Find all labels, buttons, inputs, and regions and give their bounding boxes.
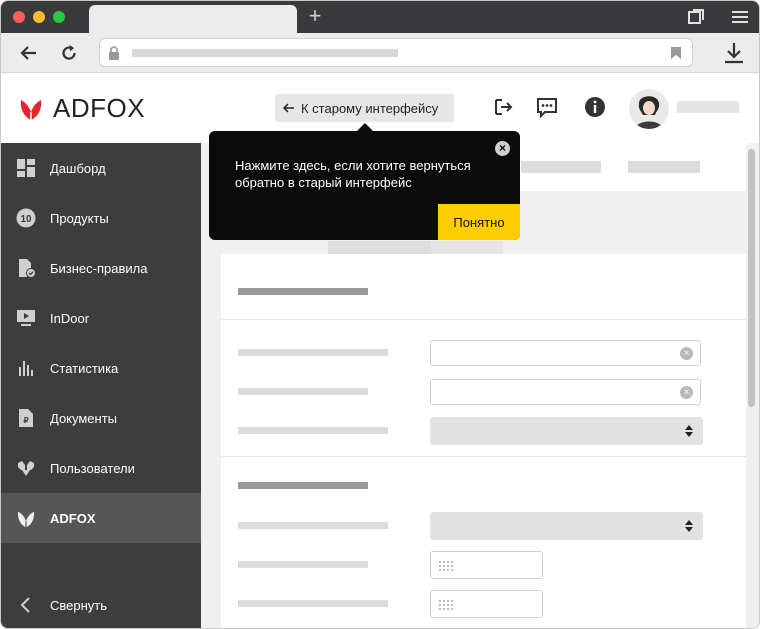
menu-icon[interactable] <box>731 8 749 26</box>
download-icon[interactable] <box>723 41 745 65</box>
keypad-icon <box>439 561 453 571</box>
tab-placeholder[interactable] <box>521 161 601 173</box>
logout-icon[interactable] <box>492 96 514 118</box>
dashboard-icon <box>15 157 37 179</box>
collapse-sidebar-button[interactable]: Свернуть <box>1 580 201 628</box>
adfox-leaf-logo-icon <box>20 100 42 120</box>
field-label-placeholder <box>238 561 368 568</box>
field-label-placeholder <box>238 522 388 529</box>
avatar-portrait-icon <box>629 89 669 129</box>
adfox-leaf-icon <box>15 507 37 529</box>
user-avatar[interactable] <box>629 89 669 129</box>
maximize-window-button[interactable] <box>53 11 65 23</box>
sidebar: Дашборд 10 Продукты Бизнес-правила InDoo… <box>1 143 201 628</box>
sidebar-item-label: Пользователи <box>50 460 135 476</box>
sidebar-item-label: Статистика <box>50 360 119 376</box>
text-input[interactable]: × <box>430 379 701 405</box>
chevron-left-icon <box>15 594 37 616</box>
select-caret-icon <box>685 425 693 437</box>
tabs-overview-icon[interactable] <box>687 8 705 26</box>
arrow-left-icon <box>283 103 294 113</box>
page-scrollbar[interactable] <box>748 149 755 407</box>
field-label-placeholder <box>238 388 368 395</box>
logo-text: ADFOX <box>53 92 146 123</box>
minimize-window-button[interactable] <box>33 11 45 23</box>
divider <box>221 456 746 457</box>
adfox-logo[interactable]: ADFOX <box>17 92 146 123</box>
info-icon[interactable] <box>584 96 606 118</box>
products-10-icon: 10 <box>15 207 37 229</box>
documents-icon: ₽ <box>15 407 37 429</box>
sidebar-item-documents[interactable]: ₽ Документы <box>1 393 201 443</box>
back-arrow-icon[interactable] <box>19 43 39 63</box>
old-interface-button[interactable]: К старому интерфейсу <box>275 94 454 122</box>
sidebar-item-label: Бизнес-правила <box>50 260 148 276</box>
address-bar[interactable] <box>99 38 693 67</box>
onboarding-tooltip: Нажмите здесь, если хотите вернуться обр… <box>209 131 520 240</box>
tooltip-text: Нажмите здесь, если хотите вернуться обр… <box>235 158 471 190</box>
got-it-button[interactable]: Понятно <box>438 204 520 240</box>
subtab-placeholder[interactable] <box>328 241 431 254</box>
select-dropdown[interactable] <box>430 417 703 445</box>
user-name-placeholder <box>677 101 739 113</box>
subtab-placeholder[interactable] <box>431 241 503 254</box>
sidebar-item-label: Дашборд <box>50 160 106 176</box>
sidebar-item-label: ADFOX <box>50 510 96 526</box>
sidebar-item-statistics[interactable]: Статистика <box>1 343 201 393</box>
select-dropdown[interactable] <box>430 512 703 540</box>
url-text-placeholder <box>132 49 398 57</box>
statistics-icon <box>15 357 37 379</box>
keypad-icon <box>439 600 453 610</box>
field-label-placeholder <box>238 349 388 356</box>
users-icon <box>15 457 37 479</box>
clear-icon[interactable]: × <box>680 386 693 399</box>
section-title-placeholder <box>238 288 368 295</box>
svg-text:₽: ₽ <box>23 416 28 425</box>
sidebar-item-label: Документы <box>50 410 118 426</box>
sidebar-item-adfox[interactable]: ADFOX <box>1 493 201 543</box>
text-input[interactable]: × <box>430 340 701 366</box>
sidebar-item-users[interactable]: Пользователи <box>1 443 201 493</box>
sidebar-item-business-rules[interactable]: Бизнес-правила <box>1 243 201 293</box>
browser-toolbar <box>1 33 759 73</box>
numeric-input[interactable] <box>430 551 543 579</box>
svg-text:10: 10 <box>20 214 32 225</box>
browser-titlebar: + <box>1 1 759 35</box>
field-label-placeholder <box>238 600 388 607</box>
collapse-label: Свернуть <box>50 597 108 613</box>
sidebar-item-label: InDoor <box>50 310 90 326</box>
business-rules-icon <box>15 257 37 279</box>
old-interface-label: К старому интерфейсу <box>301 100 439 116</box>
sidebar-item-dashboard[interactable]: Дашборд <box>1 143 201 193</box>
sidebar-item-indoor[interactable]: InDoor <box>1 293 201 343</box>
sidebar-item-label: Продукты <box>50 210 109 226</box>
messages-icon[interactable] <box>536 96 558 118</box>
bookmark-icon[interactable] <box>670 46 682 60</box>
browser-window: + ADFOX К старому интерфейсу Дашборд 10 … <box>0 0 760 629</box>
sidebar-item-products[interactable]: 10 Продукты <box>1 193 201 243</box>
browser-tab[interactable] <box>89 5 297 35</box>
field-label-placeholder <box>238 427 388 434</box>
select-caret-icon <box>685 520 693 532</box>
new-tab-button[interactable]: + <box>305 5 325 27</box>
divider <box>221 319 746 320</box>
indoor-icon <box>15 307 37 329</box>
clear-icon[interactable]: × <box>680 347 693 360</box>
section-title-placeholder <box>238 482 368 489</box>
reload-icon[interactable] <box>59 43 79 63</box>
close-icon[interactable]: × <box>495 141 510 156</box>
lock-icon <box>109 46 119 60</box>
tab-placeholder[interactable] <box>628 161 700 173</box>
numeric-input[interactable] <box>430 590 543 618</box>
close-window-button[interactable] <box>13 11 25 23</box>
